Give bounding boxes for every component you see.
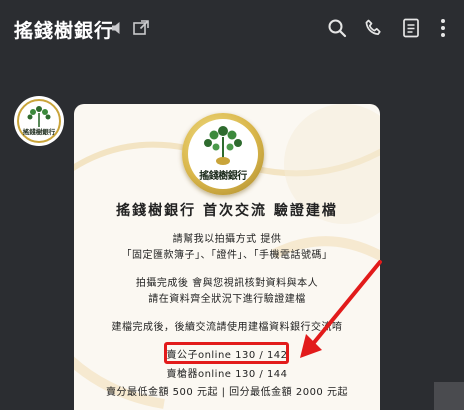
- more-options-icon[interactable]: [432, 17, 454, 39]
- search-icon[interactable]: [326, 17, 348, 39]
- external-link-icon[interactable]: [130, 17, 152, 39]
- chat-title: 搖錢樹銀行: [14, 20, 115, 42]
- notes-icon[interactable]: [400, 17, 422, 39]
- scroll-indicator[interactable]: [434, 382, 464, 410]
- message-title: 搖錢樹銀行 首次交流 驗證建檔: [116, 203, 338, 219]
- message-paragraph-3: 拍攝完成後 會與您視訊核對資料與本人: [135, 278, 319, 289]
- highlight-line: 賣公子online 130 / 142: [166, 350, 288, 361]
- phone-icon[interactable]: [363, 17, 385, 39]
- money-tree-logo-icon: 搖錢樹銀行: [17, 99, 61, 143]
- message-paragraph-5: 建檔完成後，後續交流請使用建檔資料銀行交流唷: [111, 322, 343, 333]
- speaker-icon[interactable]: [107, 17, 129, 39]
- chat-header: 搖錢樹銀行: [0, 0, 464, 56]
- message-bottom-line: 賣分最低金額 500 元起 | 回分最低金額 2000 元起: [106, 387, 348, 398]
- message-line-after: 賣槍器online 130 / 144: [166, 369, 288, 380]
- bank-logo: 搖錢樹銀行: [182, 113, 264, 195]
- sender-avatar[interactable]: 搖錢樹銀行: [14, 96, 64, 146]
- logo-text: 搖錢樹銀行: [199, 171, 247, 182]
- message-paragraph-4: 請在資料齊全狀況下進行驗證建檔: [148, 294, 306, 305]
- avatar-logo-text: 搖錢樹銀行: [23, 127, 56, 136]
- message-paragraph-1: 請幫我以拍攝方式 提供: [172, 234, 282, 245]
- message-paragraph-2: 「固定匯款簿子」、「證件」、「手機電話號碼」: [121, 250, 333, 261]
- image-message-card[interactable]: 搖錢樹銀行 搖錢樹銀行 首次交流 驗證建檔 請幫我以拍攝方式 提供 「固定匯款簿…: [74, 104, 380, 410]
